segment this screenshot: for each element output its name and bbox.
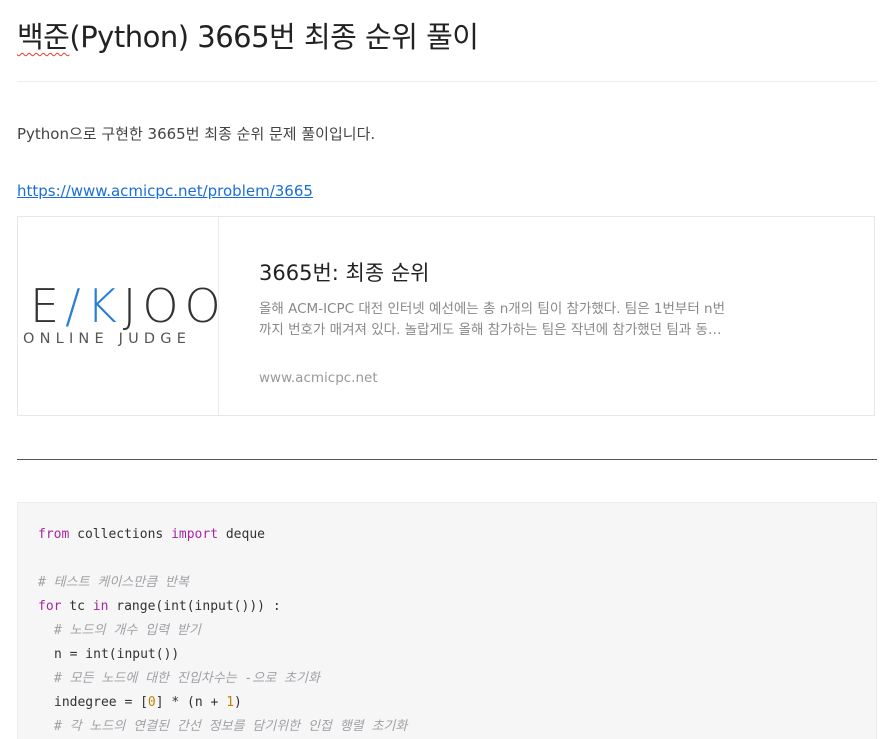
code-line-6: n = int(input()) bbox=[54, 647, 180, 662]
blog-post-page: 백준(Python) 3665번 최종 순위 풀이 Python으로 구현한 3… bbox=[0, 0, 893, 739]
logo-subtitle: ONLINE JUDGE bbox=[23, 331, 192, 347]
code-text: ] * (n + bbox=[155, 695, 227, 710]
code-line-4: for tc in range(int(input())) : bbox=[38, 595, 281, 619]
code-keyword: in bbox=[92, 599, 109, 614]
code-text: tc bbox=[61, 599, 93, 614]
code-number: 0 bbox=[147, 695, 156, 710]
code-comment-line: # 테스트 케이스만큼 반복 bbox=[38, 575, 189, 590]
code-keyword: for bbox=[38, 599, 62, 614]
code-comment-line: # 각 노드의 연결된 간선 정보를 담기위한 인접 행렬 초기화 bbox=[54, 719, 408, 734]
code-line-1: from collections import deque bbox=[38, 523, 265, 547]
code-keyword: import bbox=[171, 527, 219, 542]
code-text: deque bbox=[218, 527, 265, 542]
code-block[interactable]: from collections import deque # 테스트 케이스만… bbox=[17, 502, 877, 739]
card-thumbnail: E/KJOO ONLINE JUDGE bbox=[18, 217, 221, 415]
baekjoon-logo: E/KJOO bbox=[30, 279, 227, 333]
code-text: ) bbox=[234, 695, 242, 710]
card-title: 3665번: 최종 순위 bbox=[259, 261, 430, 285]
code-number: 1 bbox=[226, 695, 235, 710]
horizontal-rule bbox=[17, 459, 877, 460]
problem-link[interactable]: https://www.acmicpc.net/problem/3665 bbox=[17, 182, 313, 200]
card-url: www.acmicpc.net bbox=[259, 370, 378, 386]
code-text: indegree = [ bbox=[54, 695, 148, 710]
title-misspelled-word: 백준 bbox=[17, 20, 70, 54]
link-preview-card[interactable]: E/KJOO ONLINE JUDGE 3665번: 최종 순위 올해 ACM-… bbox=[17, 216, 875, 416]
card-description: 올해 ACM-ICPC 대전 인터넷 예선에는 총 n개의 팀이 참가했다. 팀… bbox=[259, 301, 726, 338]
code-comment-line: # 모든 노드에 대한 진입차수는 -으로 초기화 bbox=[54, 671, 320, 686]
code-text: range(int(input())) : bbox=[108, 599, 281, 614]
code-line-8: indegree = [0] * (n + 1) bbox=[54, 691, 242, 715]
title-text: (Python) 3665번 최종 순위 풀이 bbox=[69, 20, 479, 54]
code-keyword: from bbox=[38, 527, 70, 542]
post-intro: Python으로 구현한 3665번 최종 순위 문제 풀이입니다. bbox=[17, 125, 376, 143]
title-divider bbox=[17, 81, 877, 82]
post-title: 백준(Python) 3665번 최종 순위 풀이 bbox=[17, 14, 479, 56]
code-comment-line: # 노드의 개수 입력 받기 bbox=[54, 623, 201, 638]
code-text: collections bbox=[69, 527, 172, 542]
